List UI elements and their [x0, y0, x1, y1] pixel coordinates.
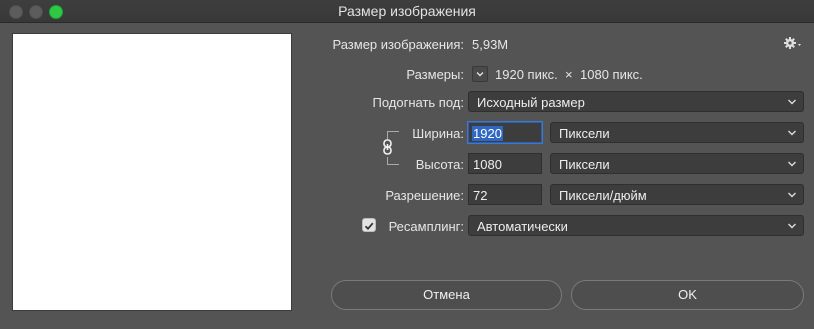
resample-method-select[interactable]: Автоматически: [468, 215, 804, 236]
image-size-label: Размер изображения:: [332, 37, 464, 52]
gear-icon: [784, 37, 801, 49]
height-unit-select[interactable]: Пиксели: [550, 153, 804, 174]
dimensions-separator: ×: [565, 67, 573, 82]
chevron-down-icon: [788, 99, 796, 105]
constrain-bracket-top: [387, 131, 399, 132]
chevron-down-icon: [476, 72, 484, 77]
resolution-label: Разрешение:: [385, 188, 464, 203]
chevron-down-icon: [788, 161, 796, 167]
resolution-unit: Пиксели/дюйм: [559, 188, 647, 203]
resolution-value: 72: [473, 188, 488, 203]
fit-to-label: Подогнать под:: [372, 95, 465, 110]
cancel-button[interactable]: Отмена: [331, 280, 562, 310]
chain-link-icon: [383, 139, 392, 155]
resolution-input[interactable]: 72: [468, 184, 542, 205]
fit-to-select[interactable]: Исходный размер: [468, 91, 804, 112]
height-input[interactable]: 1080: [468, 153, 542, 174]
resample-method-selected: Автоматически: [477, 219, 568, 234]
height-label: Высота:: [415, 157, 464, 172]
image-preview[interactable]: [12, 33, 292, 311]
image-size-value: 5,93M: [472, 37, 509, 52]
width-unit-select[interactable]: Пиксели: [550, 122, 804, 143]
width-value: 1920: [472, 126, 503, 141]
constrain-bracket-top-vertical: [387, 131, 388, 139]
window-title: Размер изображения: [338, 3, 476, 19]
height-unit: Пиксели: [559, 157, 610, 172]
chevron-down-icon: [788, 223, 796, 229]
height-value: 1080: [473, 157, 502, 172]
width-label: Ширина:: [412, 126, 464, 141]
width-input[interactable]: 1920: [468, 122, 542, 143]
resample-checkbox[interactable]: [362, 218, 376, 232]
fit-to-selected: Исходный размер: [477, 95, 585, 110]
constrain-proportions-toggle[interactable]: [381, 139, 394, 155]
checkmark-icon: [364, 222, 374, 231]
dimensions-label: Размеры:: [406, 67, 464, 82]
ok-button[interactable]: OK: [571, 280, 804, 310]
resolution-unit-select[interactable]: Пиксели/дюйм: [550, 184, 804, 205]
dimensions-unit-dropdown[interactable]: [472, 66, 488, 82]
title-bar: Размер изображения: [0, 0, 814, 23]
settings-menu-button[interactable]: [783, 36, 803, 50]
dimensions-width-value: 1920 пикс.: [495, 67, 558, 82]
resample-label: Ресамплинг:: [388, 219, 464, 234]
constrain-bracket-bottom: [387, 164, 399, 165]
chevron-down-icon: [788, 130, 796, 136]
width-unit: Пиксели: [559, 126, 610, 141]
chevron-down-icon: [788, 192, 796, 198]
dimensions-height-value: 1080 пикс.: [580, 67, 643, 82]
